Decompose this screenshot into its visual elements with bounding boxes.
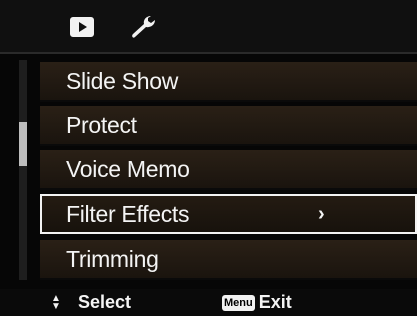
menu-button-badge: Menu: [222, 294, 255, 311]
tab-playback[interactable]: [62, 10, 102, 44]
scroll-thumb[interactable]: [19, 122, 27, 166]
menu-item-trimming[interactable]: Trimming: [40, 240, 417, 280]
menu-item-filter-effects[interactable]: Filter Effects ›: [40, 194, 417, 234]
tab-bar: [0, 0, 417, 54]
tab-setup[interactable]: [124, 10, 164, 44]
menu-item-label: Voice Memo: [66, 155, 190, 182]
menu-item-protect[interactable]: Protect: [40, 106, 417, 146]
select-label: Select: [78, 292, 132, 312]
exit-hint: Menu Exit: [222, 292, 292, 313]
menu-item-label: Filter Effects: [66, 200, 190, 227]
camera-screen: Slide Show Protect Voice Memo Filter Eff…: [0, 0, 417, 316]
menu-item-label: Protect: [66, 111, 137, 138]
up-down-arrows-icon: ▲ ▼: [51, 292, 61, 312]
select-hint: ▲ ▼ Select: [48, 292, 131, 313]
exit-label: Exit: [258, 292, 292, 312]
playback-icon: [70, 17, 94, 37]
scrollbar[interactable]: [19, 60, 27, 280]
menu-item-voice-memo[interactable]: Voice Memo: [40, 150, 417, 190]
menu-item-label: Slide Show: [66, 67, 179, 94]
footer-hint-bar: ▲ ▼ Select Menu Exit: [0, 289, 417, 316]
menu-item-slide-show[interactable]: Slide Show: [40, 62, 417, 102]
wrench-icon: [132, 16, 155, 38]
chevron-right-icon: ›: [318, 203, 325, 225]
menu-item-label: Trimming: [66, 245, 159, 272]
